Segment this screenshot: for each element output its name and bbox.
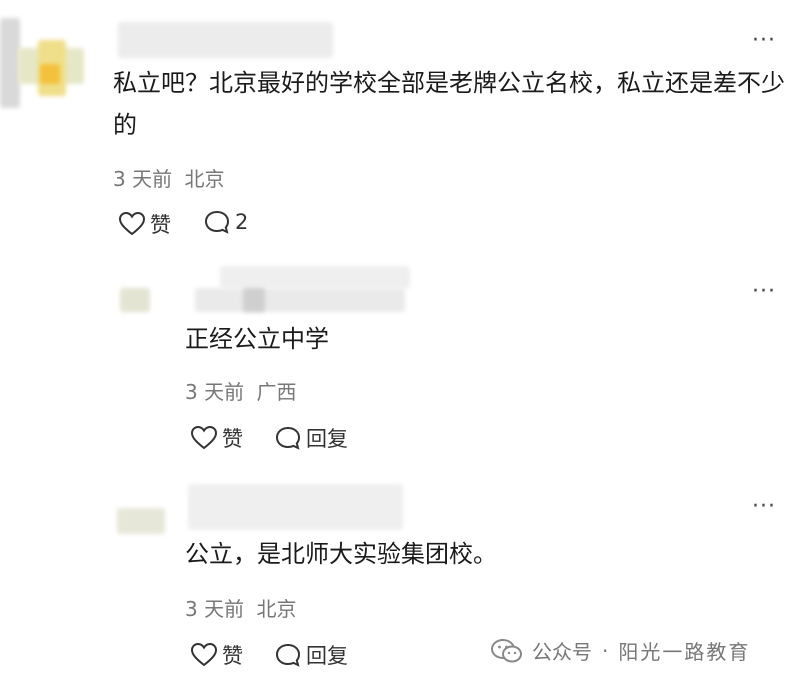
watermark: 公众号 · 阳光一路教育 bbox=[490, 636, 750, 665]
like-label: 赞 bbox=[150, 213, 171, 237]
comment-text: 正经公立中学 bbox=[185, 325, 329, 353]
username[interactable] bbox=[188, 484, 408, 532]
comment-text: 公立，是北师大实验集团校。 bbox=[185, 540, 497, 568]
more-icon[interactable]: ··· bbox=[752, 281, 776, 303]
comment-time: 3 天前 bbox=[185, 380, 245, 404]
like-button[interactable]: 赞 bbox=[190, 640, 243, 670]
comment-location: 北京 bbox=[256, 597, 297, 621]
like-button[interactable]: 赞 bbox=[118, 209, 171, 239]
heart-icon bbox=[118, 211, 146, 236]
comment-location: 广西 bbox=[256, 380, 297, 404]
comment-meta: 3 天前 北京 bbox=[113, 163, 224, 192]
comment-meta: 3 天前 北京 bbox=[185, 593, 296, 622]
comment-bubble-icon bbox=[275, 426, 301, 450]
comment-meta: 3 天前 广西 bbox=[185, 376, 296, 405]
watermark-separator: · bbox=[602, 638, 609, 663]
like-label: 赞 bbox=[222, 427, 243, 451]
wechat-icon bbox=[491, 638, 522, 662]
heart-icon bbox=[190, 425, 218, 450]
avatar[interactable] bbox=[120, 288, 150, 312]
username[interactable] bbox=[118, 22, 333, 58]
more-icon[interactable]: ··· bbox=[752, 496, 776, 518]
reply-label: 回复 bbox=[306, 644, 348, 668]
username[interactable] bbox=[195, 266, 415, 314]
comment-time: 3 天前 bbox=[185, 597, 245, 621]
reply-button[interactable]: 回复 bbox=[274, 640, 348, 670]
comment-bubble-icon bbox=[204, 210, 230, 234]
comment-text: 私立吧？北京最好的学校全部是老牌公立名校，私立还是差不少的 bbox=[113, 69, 785, 139]
reply-label: 回复 bbox=[306, 427, 348, 451]
reply-count: 2 bbox=[235, 210, 249, 234]
reply-button[interactable]: 2 bbox=[203, 209, 248, 235]
comment-location: 北京 bbox=[184, 167, 225, 191]
comment-bubble-icon bbox=[275, 643, 301, 667]
like-label: 赞 bbox=[222, 644, 243, 668]
heart-icon bbox=[190, 642, 218, 667]
watermark-prefix: 公众号 bbox=[532, 640, 592, 664]
like-button[interactable]: 赞 bbox=[190, 423, 243, 453]
avatar[interactable] bbox=[0, 18, 90, 108]
avatar[interactable] bbox=[117, 508, 165, 534]
more-icon[interactable]: ··· bbox=[752, 30, 776, 52]
watermark-account: 阳光一路教育 bbox=[618, 640, 751, 664]
comment-time: 3 天前 bbox=[113, 167, 173, 191]
reply-button[interactable]: 回复 bbox=[274, 423, 348, 453]
